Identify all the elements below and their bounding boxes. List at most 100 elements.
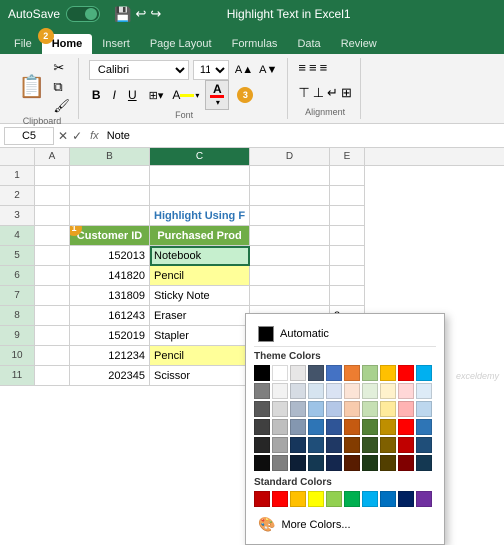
wrap-text-icon[interactable]: ↵ <box>327 85 338 101</box>
cell-a3[interactable] <box>35 206 70 226</box>
theme-color-swatch[interactable] <box>416 419 432 435</box>
cell-c3[interactable]: Highlight Using F <box>150 206 250 226</box>
redo-icon[interactable]: ↪ <box>150 6 161 22</box>
font-size-select[interactable]: 11 <box>193 60 229 80</box>
undo-icon[interactable]: ↩ <box>135 6 146 22</box>
theme-color-swatch[interactable] <box>290 365 306 381</box>
theme-color-swatch[interactable] <box>362 383 378 399</box>
increase-font-icon[interactable]: A▲ <box>233 64 255 76</box>
theme-color-swatch[interactable] <box>272 437 288 453</box>
cell-e3[interactable] <box>330 206 365 226</box>
cell-b1[interactable] <box>70 166 150 186</box>
row-header-9[interactable]: 9 <box>0 326 35 346</box>
theme-color-swatch[interactable] <box>362 365 378 381</box>
theme-color-swatch[interactable] <box>362 419 378 435</box>
theme-color-swatch[interactable] <box>254 365 270 381</box>
cell-b4[interactable]: Customer ID 1 <box>70 226 150 246</box>
align-right-icon[interactable]: ≡ <box>320 60 328 75</box>
align-left-icon[interactable]: ≡ <box>298 60 306 75</box>
automatic-color-option[interactable]: Automatic <box>254 322 436 347</box>
cell-d6[interactable] <box>250 266 330 286</box>
theme-color-swatch[interactable] <box>308 455 324 471</box>
theme-color-swatch[interactable] <box>398 365 414 381</box>
theme-color-swatch[interactable] <box>272 365 288 381</box>
standard-color-swatch[interactable] <box>308 491 324 507</box>
theme-color-swatch[interactable] <box>344 455 360 471</box>
theme-color-swatch[interactable] <box>254 383 270 399</box>
cell-a5[interactable] <box>35 246 70 266</box>
theme-color-swatch[interactable] <box>308 365 324 381</box>
theme-color-swatch[interactable] <box>362 401 378 417</box>
col-header-e[interactable]: E <box>330 148 365 165</box>
theme-color-swatch[interactable] <box>362 437 378 453</box>
underline-button[interactable]: U <box>125 87 140 103</box>
theme-color-swatch[interactable] <box>308 437 324 453</box>
cell-b9[interactable]: 152019 <box>70 326 150 346</box>
theme-color-swatch[interactable] <box>326 401 342 417</box>
cell-b7[interactable]: 131809 <box>70 286 150 306</box>
italic-button[interactable]: I <box>110 87 119 103</box>
cell-d4[interactable] <box>250 226 330 246</box>
cell-b8[interactable]: 161243 <box>70 306 150 326</box>
cell-e1[interactable] <box>330 166 365 186</box>
theme-color-swatch[interactable] <box>326 365 342 381</box>
standard-color-swatch[interactable] <box>344 491 360 507</box>
theme-color-swatch[interactable] <box>326 437 342 453</box>
theme-color-swatch[interactable] <box>416 365 432 381</box>
theme-color-swatch[interactable] <box>344 401 360 417</box>
cell-a8[interactable] <box>35 306 70 326</box>
row-header-7[interactable]: 7 <box>0 286 35 306</box>
standard-color-swatch[interactable] <box>254 491 270 507</box>
theme-color-swatch[interactable] <box>308 401 324 417</box>
theme-color-swatch[interactable] <box>290 455 306 471</box>
theme-color-swatch[interactable] <box>398 437 414 453</box>
cell-c7[interactable]: Sticky Note <box>150 286 250 306</box>
cell-c6[interactable]: Pencil <box>150 266 250 286</box>
theme-color-swatch[interactable] <box>326 419 342 435</box>
row-header-1[interactable]: 1 <box>0 166 35 186</box>
copy-icon[interactable]: ⧉ <box>53 79 70 95</box>
format-painter-icon[interactable]: 🖌 <box>53 98 70 114</box>
paste-button[interactable]: 📋 <box>14 74 49 100</box>
autosave-toggle[interactable] <box>66 6 100 22</box>
theme-color-swatch[interactable] <box>416 437 432 453</box>
theme-color-swatch[interactable] <box>272 455 288 471</box>
row-header-10[interactable]: 10 <box>0 346 35 366</box>
theme-color-swatch[interactable] <box>380 419 396 435</box>
theme-color-swatch[interactable] <box>362 455 378 471</box>
row-header-5[interactable]: 5 <box>0 246 35 266</box>
theme-color-swatch[interactable] <box>272 383 288 399</box>
standard-color-swatch[interactable] <box>416 491 432 507</box>
cell-e7[interactable] <box>330 286 365 306</box>
theme-color-swatch[interactable] <box>398 401 414 417</box>
theme-color-swatch[interactable] <box>416 401 432 417</box>
standard-color-swatch[interactable] <box>272 491 288 507</box>
theme-color-swatch[interactable] <box>398 419 414 435</box>
fill-color-dropdown-arrow[interactable]: ▾ <box>195 91 199 100</box>
theme-color-swatch[interactable] <box>290 401 306 417</box>
cell-a2[interactable] <box>35 186 70 206</box>
theme-color-swatch[interactable] <box>308 419 324 435</box>
align-top-icon[interactable]: ⊤ <box>298 85 309 101</box>
formula-input[interactable] <box>107 130 500 142</box>
cut-icon[interactable]: ✂ <box>53 60 70 76</box>
cancel-formula-icon[interactable]: ✕ <box>58 129 68 143</box>
cell-a11[interactable] <box>35 366 70 386</box>
col-header-a[interactable]: A <box>35 148 70 165</box>
cell-c10[interactable]: Pencil <box>150 346 250 366</box>
cell-c9[interactable]: Stapler <box>150 326 250 346</box>
cell-d3[interactable] <box>250 206 330 226</box>
theme-color-swatch[interactable] <box>272 401 288 417</box>
fill-color-button[interactable]: A ▾ <box>172 88 199 102</box>
col-header-c[interactable]: C <box>150 148 250 165</box>
cell-a10[interactable] <box>35 346 70 366</box>
align-middle-icon[interactable]: ⊥ <box>313 85 324 101</box>
theme-color-swatch[interactable] <box>290 383 306 399</box>
cell-b2[interactable] <box>70 186 150 206</box>
more-colors-option[interactable]: 🎨 More Colors... <box>254 513 436 536</box>
tab-review[interactable]: Review <box>331 34 387 54</box>
theme-color-swatch[interactable] <box>416 383 432 399</box>
theme-color-swatch[interactable] <box>254 401 270 417</box>
cell-c1[interactable] <box>150 166 250 186</box>
confirm-formula-icon[interactable]: ✓ <box>72 129 82 143</box>
